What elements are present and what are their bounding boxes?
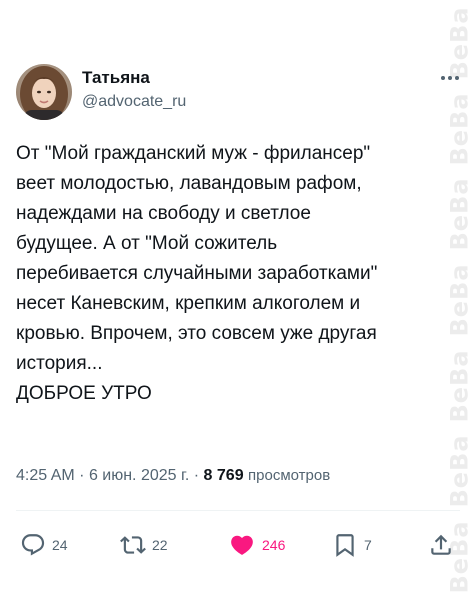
more-icon bbox=[441, 76, 459, 80]
tweet-text-line: веет молодостью, лавандовым рафом, bbox=[16, 173, 362, 194]
like-button[interactable]: 246 bbox=[228, 530, 285, 560]
tweet-header: Татьяна @advocate_ru bbox=[16, 62, 462, 122]
reply-count: 24 bbox=[52, 537, 68, 553]
reply-button[interactable]: 24 bbox=[20, 530, 68, 560]
author-names: Татьяна @advocate_ru bbox=[82, 68, 186, 112]
share-button[interactable] bbox=[428, 530, 454, 560]
views-label: просмотров bbox=[248, 467, 331, 484]
share-icon bbox=[431, 534, 451, 555]
avatar[interactable] bbox=[16, 64, 72, 120]
watermark-text: BeBa bbox=[446, 434, 474, 508]
meta-separator: · bbox=[79, 467, 85, 484]
tweet-date[interactable]: 6 июн. 2025 г. bbox=[89, 467, 189, 484]
tweet-time[interactable]: 4:25 AM bbox=[16, 467, 75, 484]
tweet-text-line: От "Мой гражданский муж - фрилансер" bbox=[16, 143, 371, 164]
bookmark-icon bbox=[336, 534, 354, 557]
tweet-text-line: история... bbox=[16, 353, 103, 374]
handle[interactable]: @advocate_ru bbox=[82, 92, 186, 112]
meta-separator: · bbox=[193, 467, 200, 484]
more-button[interactable] bbox=[438, 68, 462, 88]
tweet-text-line: надеждами на свободу и светлое bbox=[16, 203, 311, 224]
tweet-text: От "Мой гражданский муж - фрилансер" вее… bbox=[16, 139, 462, 409]
views-count[interactable]: 8 769 bbox=[204, 467, 244, 484]
tweet-text-line: ДОБРОЕ УТРО bbox=[16, 383, 152, 404]
tweet-meta: 4:25 AM · 6 июн. 2025 г. · 8 769 просмот… bbox=[16, 466, 330, 486]
divider bbox=[16, 510, 460, 511]
repost-button[interactable]: 22 bbox=[120, 530, 168, 560]
tweet-text-line: будущее. А от "Мой сожитель bbox=[16, 233, 278, 254]
bookmark-button[interactable]: 7 bbox=[332, 530, 372, 560]
bookmark-count: 7 bbox=[364, 537, 372, 553]
repost-icon bbox=[120, 536, 146, 554]
tweet-text-line: кровью. Впрочем, это совсем уже другая bbox=[16, 323, 377, 344]
heart-icon bbox=[231, 535, 253, 555]
like-count: 246 bbox=[262, 537, 286, 553]
tweet-text-line: перебивается случайными заработками" bbox=[16, 263, 378, 284]
display-name[interactable]: Татьяна bbox=[82, 68, 186, 88]
tweet-text-line: несет Каневским, крепким алкоголем и bbox=[16, 293, 361, 314]
avatar-photo bbox=[16, 64, 72, 120]
repost-count: 22 bbox=[152, 537, 168, 553]
reply-icon bbox=[21, 534, 45, 556]
action-bar: 24 22 246 7 bbox=[16, 530, 460, 560]
